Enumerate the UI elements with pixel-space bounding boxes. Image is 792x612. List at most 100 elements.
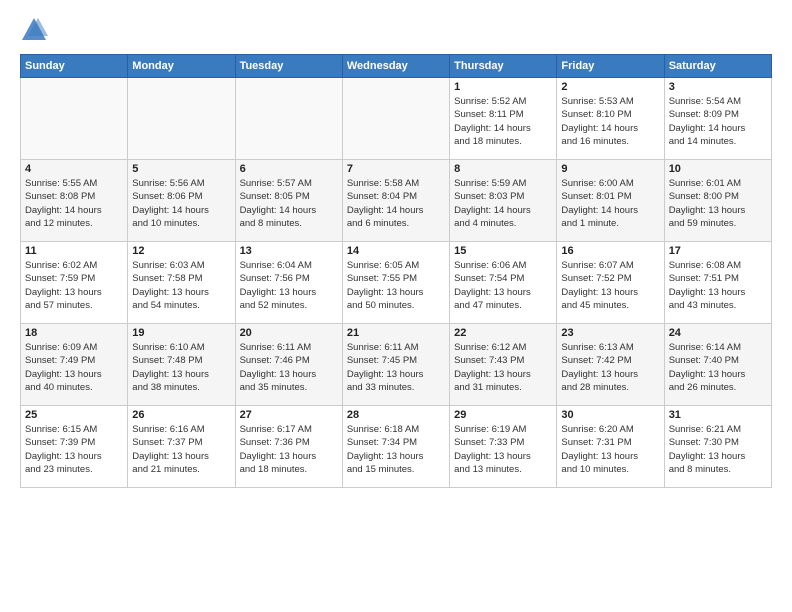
calendar-day-cell: 13 Sunrise: 6:04 AM Sunset: 7:56 PM Dayli… <box>235 242 342 324</box>
calendar-day-cell: 2 Sunrise: 5:53 AM Sunset: 8:10 PM Daylig… <box>557 78 664 160</box>
day-info: Sunrise: 6:21 AM Sunset: 7:30 PM Dayligh… <box>669 423 767 476</box>
calendar-day-cell: 6 Sunrise: 5:57 AM Sunset: 8:05 PM Daylig… <box>235 160 342 242</box>
calendar-day-header: Saturday <box>664 55 771 78</box>
day-number: 17 <box>669 245 767 257</box>
day-number: 29 <box>454 409 552 421</box>
logo <box>20 16 50 44</box>
day-info: Sunrise: 5:55 AM Sunset: 8:08 PM Dayligh… <box>25 177 123 230</box>
day-number: 21 <box>347 327 445 339</box>
day-number: 22 <box>454 327 552 339</box>
calendar-week-row: 11 Sunrise: 6:02 AM Sunset: 7:59 PM Dayli… <box>21 242 772 324</box>
day-number: 27 <box>240 409 338 421</box>
calendar-day-cell: 20 Sunrise: 6:11 AM Sunset: 7:46 PM Dayli… <box>235 324 342 406</box>
logo-icon <box>20 16 48 44</box>
day-info: Sunrise: 6:07 AM Sunset: 7:52 PM Dayligh… <box>561 259 659 312</box>
day-number: 19 <box>132 327 230 339</box>
calendar-day-cell <box>128 78 235 160</box>
calendar-week-row: 1Sunrise: 5:52 AM Sunset: 8:11 PM Daylig… <box>21 78 772 160</box>
day-number: 5 <box>132 163 230 175</box>
day-number: 25 <box>25 409 123 421</box>
page: SundayMondayTuesdayWednesdayThursdayFrid… <box>0 0 792 612</box>
calendar-day-cell: 7 Sunrise: 5:58 AM Sunset: 8:04 PM Daylig… <box>342 160 449 242</box>
calendar-day-header: Sunday <box>21 55 128 78</box>
day-info: Sunrise: 6:09 AM Sunset: 7:49 PM Dayligh… <box>25 341 123 394</box>
day-info: Sunrise: 5:54 AM Sunset: 8:09 PM Dayligh… <box>669 95 767 148</box>
day-number: 3 <box>669 81 767 93</box>
day-number: 1 <box>454 81 552 93</box>
day-number: 2 <box>561 81 659 93</box>
calendar-day-cell: 15Sunrise: 6:06 AM Sunset: 7:54 PM Dayli… <box>450 242 557 324</box>
day-number: 6 <box>240 163 338 175</box>
calendar-week-row: 18 Sunrise: 6:09 AM Sunset: 7:49 PM Dayli… <box>21 324 772 406</box>
calendar-day-cell: 27Sunrise: 6:17 AM Sunset: 7:36 PM Dayli… <box>235 406 342 488</box>
calendar-day-cell: 8 Sunrise: 5:59 AM Sunset: 8:03 PM Daylig… <box>450 160 557 242</box>
day-info: Sunrise: 5:58 AM Sunset: 8:04 PM Dayligh… <box>347 177 445 230</box>
day-info: Sunrise: 6:16 AM Sunset: 7:37 PM Dayligh… <box>132 423 230 476</box>
calendar-day-header: Wednesday <box>342 55 449 78</box>
calendar-day-cell: 3 Sunrise: 5:54 AM Sunset: 8:09 PM Daylig… <box>664 78 771 160</box>
header <box>20 16 772 44</box>
day-number: 10 <box>669 163 767 175</box>
calendar-day-cell: 19 Sunrise: 6:10 AM Sunset: 7:48 PM Dayli… <box>128 324 235 406</box>
calendar-week-row: 25Sunrise: 6:15 AM Sunset: 7:39 PM Dayli… <box>21 406 772 488</box>
day-info: Sunrise: 6:20 AM Sunset: 7:31 PM Dayligh… <box>561 423 659 476</box>
day-info: Sunrise: 6:14 AM Sunset: 7:40 PM Dayligh… <box>669 341 767 394</box>
day-info: Sunrise: 6:11 AM Sunset: 7:46 PM Dayligh… <box>240 341 338 394</box>
calendar-day-cell: 10 Sunrise: 6:01 AM Sunset: 8:00 PM Dayli… <box>664 160 771 242</box>
calendar-day-cell: 25Sunrise: 6:15 AM Sunset: 7:39 PM Dayli… <box>21 406 128 488</box>
calendar-day-cell: 28Sunrise: 6:18 AM Sunset: 7:34 PM Dayli… <box>342 406 449 488</box>
calendar-day-cell <box>21 78 128 160</box>
day-info: Sunrise: 6:10 AM Sunset: 7:48 PM Dayligh… <box>132 341 230 394</box>
calendar-day-cell: 18 Sunrise: 6:09 AM Sunset: 7:49 PM Dayli… <box>21 324 128 406</box>
calendar-day-cell: 12Sunrise: 6:03 AM Sunset: 7:58 PM Dayli… <box>128 242 235 324</box>
calendar-day-cell: 1Sunrise: 5:52 AM Sunset: 8:11 PM Daylig… <box>450 78 557 160</box>
day-number: 8 <box>454 163 552 175</box>
calendar-day-cell: 23 Sunrise: 6:13 AM Sunset: 7:42 PM Dayli… <box>557 324 664 406</box>
calendar-day-cell: 11 Sunrise: 6:02 AM Sunset: 7:59 PM Dayli… <box>21 242 128 324</box>
day-info: Sunrise: 6:08 AM Sunset: 7:51 PM Dayligh… <box>669 259 767 312</box>
day-number: 7 <box>347 163 445 175</box>
day-number: 14 <box>347 245 445 257</box>
day-info: Sunrise: 6:02 AM Sunset: 7:59 PM Dayligh… <box>25 259 123 312</box>
day-info: Sunrise: 6:19 AM Sunset: 7:33 PM Dayligh… <box>454 423 552 476</box>
day-info: Sunrise: 6:03 AM Sunset: 7:58 PM Dayligh… <box>132 259 230 312</box>
calendar-day-cell: 29 Sunrise: 6:19 AM Sunset: 7:33 PM Dayli… <box>450 406 557 488</box>
calendar-day-cell: 9Sunrise: 6:00 AM Sunset: 8:01 PM Daylig… <box>557 160 664 242</box>
calendar-day-cell: 31 Sunrise: 6:21 AM Sunset: 7:30 PM Dayli… <box>664 406 771 488</box>
day-info: Sunrise: 5:53 AM Sunset: 8:10 PM Dayligh… <box>561 95 659 148</box>
calendar-day-header: Monday <box>128 55 235 78</box>
day-number: 13 <box>240 245 338 257</box>
calendar-day-cell: 4 Sunrise: 5:55 AM Sunset: 8:08 PM Daylig… <box>21 160 128 242</box>
calendar-day-cell: 17 Sunrise: 6:08 AM Sunset: 7:51 PM Dayli… <box>664 242 771 324</box>
calendar-day-header: Thursday <box>450 55 557 78</box>
day-info: Sunrise: 6:01 AM Sunset: 8:00 PM Dayligh… <box>669 177 767 230</box>
calendar-day-cell: 14 Sunrise: 6:05 AM Sunset: 7:55 PM Dayli… <box>342 242 449 324</box>
day-info: Sunrise: 6:13 AM Sunset: 7:42 PM Dayligh… <box>561 341 659 394</box>
day-number: 16 <box>561 245 659 257</box>
day-info: Sunrise: 6:05 AM Sunset: 7:55 PM Dayligh… <box>347 259 445 312</box>
day-number: 24 <box>669 327 767 339</box>
calendar-day-cell: 24 Sunrise: 6:14 AM Sunset: 7:40 PM Dayli… <box>664 324 771 406</box>
calendar-day-cell: 22Sunrise: 6:12 AM Sunset: 7:43 PM Dayli… <box>450 324 557 406</box>
calendar-day-cell <box>342 78 449 160</box>
day-number: 11 <box>25 245 123 257</box>
calendar-week-row: 4 Sunrise: 5:55 AM Sunset: 8:08 PM Daylig… <box>21 160 772 242</box>
calendar-day-cell: 30Sunrise: 6:20 AM Sunset: 7:31 PM Dayli… <box>557 406 664 488</box>
calendar-day-cell: 5Sunrise: 5:56 AM Sunset: 8:06 PM Daylig… <box>128 160 235 242</box>
calendar-day-header: Tuesday <box>235 55 342 78</box>
day-number: 31 <box>669 409 767 421</box>
calendar-day-cell: 21 Sunrise: 6:11 AM Sunset: 7:45 PM Dayli… <box>342 324 449 406</box>
day-number: 26 <box>132 409 230 421</box>
day-number: 23 <box>561 327 659 339</box>
day-number: 20 <box>240 327 338 339</box>
calendar-day-cell: 26 Sunrise: 6:16 AM Sunset: 7:37 PM Dayli… <box>128 406 235 488</box>
calendar-header-row: SundayMondayTuesdayWednesdayThursdayFrid… <box>21 55 772 78</box>
day-info: Sunrise: 6:04 AM Sunset: 7:56 PM Dayligh… <box>240 259 338 312</box>
day-number: 18 <box>25 327 123 339</box>
day-info: Sunrise: 5:57 AM Sunset: 8:05 PM Dayligh… <box>240 177 338 230</box>
day-info: Sunrise: 6:18 AM Sunset: 7:34 PM Dayligh… <box>347 423 445 476</box>
day-number: 4 <box>25 163 123 175</box>
day-info: Sunrise: 6:06 AM Sunset: 7:54 PM Dayligh… <box>454 259 552 312</box>
day-info: Sunrise: 6:11 AM Sunset: 7:45 PM Dayligh… <box>347 341 445 394</box>
day-info: Sunrise: 5:59 AM Sunset: 8:03 PM Dayligh… <box>454 177 552 230</box>
